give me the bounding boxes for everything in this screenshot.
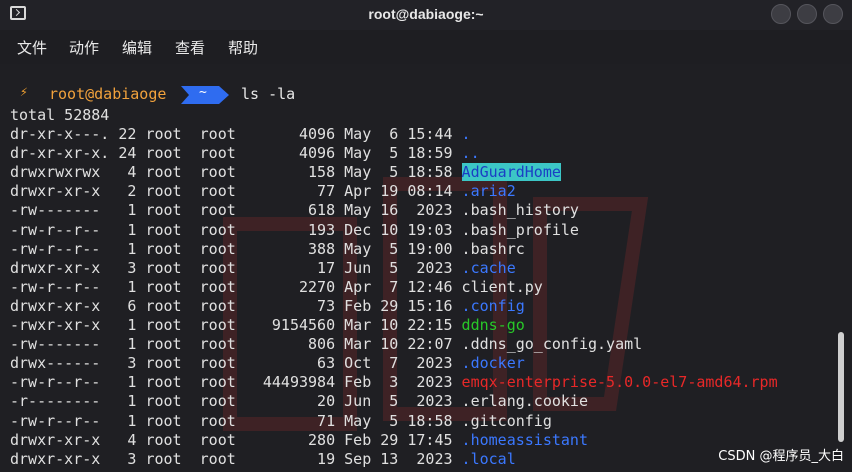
typed-command: ls -la: [241, 85, 296, 103]
ls-row: -rwxr-xr-x 1 root root 9154560 Mar 10 22…: [10, 316, 525, 335]
ls-row-filename: .docker: [461, 354, 525, 373]
shell-prompt: ⚡ root@dabiaoge ~ ls -la: [0, 84, 852, 106]
ls-row: drwx------ 3 root root 63 Oct 7 2023 .do…: [10, 354, 525, 373]
ls-row-meta: -rw-r--r-- 1 root root 193 Dec 10 19:03: [10, 220, 462, 239]
ls-row-filename: .bashrc: [461, 239, 525, 258]
bolt-icon: ⚡: [20, 85, 28, 100]
ls-row-filename: .local: [461, 449, 516, 468]
ls-row: dr-xr-x---. 22 root root 4096 May 6 15:4…: [10, 125, 471, 144]
prompt-directory: ~: [199, 85, 207, 100]
ls-row: drwxr-xr-x 4 root root 280 Feb 29 17:45 …: [10, 431, 588, 450]
ls-row-filename: client.py: [461, 277, 543, 296]
menu-file[interactable]: 文件: [17, 37, 47, 58]
ls-row: -rw-r--r-- 1 root root 44493984 Feb 3 20…: [10, 373, 778, 392]
ls-row-meta: dr-xr-xr-x. 24 root root 4096 May 5 18:5…: [10, 144, 462, 163]
ls-row-filename: .bash_profile: [461, 220, 579, 239]
menu-actions[interactable]: 动作: [69, 37, 99, 58]
ls-row-meta: -rw-r--r-- 1 root root 44493984 Feb 3 20…: [10, 373, 462, 392]
ls-row: drwxr-xr-x 3 root root 17 Jun 5 2023 .ca…: [10, 259, 516, 278]
ls-row: -rw-r--r-- 1 root root 2270 Apr 7 12:46 …: [10, 278, 543, 297]
ls-row-meta: drwxr-xr-x 3 root root 19 Sep 13 2023: [10, 449, 462, 468]
prompt-user-host: root@dabiaoge: [49, 85, 167, 103]
prompt-directory-segment: ~: [181, 85, 229, 104]
ls-row-filename: .homeassistant: [461, 430, 588, 449]
title-bar[interactable]: root@dabiaoge:~: [0, 0, 852, 30]
ls-row-meta: -rwxr-xr-x 1 root root 9154560 Mar 10 22…: [10, 316, 462, 334]
ls-row-filename: .cache: [461, 258, 516, 277]
terminal-output[interactable]: ⚡ root@dabiaoge ~ ls -la total 52884 dr-…: [0, 64, 852, 472]
ls-row-filename: .gitconfig: [461, 411, 552, 430]
ls-row: drwxr-xr-x 3 root root 19 Sep 13 2023 .l…: [10, 450, 516, 469]
ls-row: -r-------- 1 root root 20 Jun 5 2023 .er…: [10, 392, 588, 411]
ls-row-filename: emqx-enterprise-5.0.0-el7-amd64.rpm: [461, 373, 778, 392]
ls-row-filename: .: [461, 125, 471, 143]
ls-row-meta: drwxr-xr-x 2 root root 77 Apr 19 08:14: [10, 182, 462, 201]
ls-row-filename: ..: [461, 144, 480, 163]
ls-row-meta: drwxr-xr-x 3 root root 17 Jun 5 2023: [10, 258, 462, 277]
close-button[interactable]: [823, 4, 843, 24]
ls-row-meta: -rw------- 1 root root 806 Mar 10 22:07: [10, 335, 462, 354]
ls-row: -rw------- 1 root root 806 Mar 10 22:07 …: [10, 335, 642, 354]
ls-row-meta: -rw------- 1 root root 618 May 16 2023: [10, 201, 462, 220]
ls-row: -rw-r--r-- 1 root root 71 May 5 18:58 .g…: [10, 412, 552, 431]
maximize-button[interactable]: [797, 4, 817, 24]
menu-view[interactable]: 查看: [175, 37, 205, 58]
menu-help[interactable]: 帮助: [228, 37, 258, 58]
ls-row-filename: .aria2: [461, 182, 516, 201]
ls-row: -rw------- 1 root root 618 May 16 2023 .…: [10, 201, 579, 220]
window-title: root@dabiaoge:~: [368, 6, 484, 22]
ls-row-filename: .config: [461, 296, 525, 315]
ls-row-meta: drwx------ 3 root root 63 Oct 7 2023: [10, 354, 462, 373]
ls-row: drwxr-xr-x 2 root root 77 Apr 19 08:14 .…: [10, 182, 516, 201]
ls-row-meta: drwxrwxrwx 4 root root 158 May 5 18:58: [10, 163, 462, 182]
ls-row: drwxr-xr-x 6 root root 73 Feb 29 15:16 .…: [10, 297, 525, 316]
ls-row: -rw-r--r-- 1 root root 388 May 5 19:00 .…: [10, 240, 525, 259]
ls-row-filename: .erlang.cookie: [461, 392, 588, 411]
ls-row-filename: .ddns_go_config.yaml: [461, 335, 643, 354]
ls-row: -rw-r--r-- 1 root root 193 Dec 10 19:03 …: [10, 221, 579, 240]
ls-row-meta: dr-xr-x---. 22 root root 4096 May 6 15:4…: [10, 125, 462, 143]
ls-row-filename: .bash_history: [461, 201, 579, 220]
ls-row-filename: ddns-go: [461, 316, 525, 334]
ls-row: dr-xr-xr-x. 24 root root 4096 May 5 18:5…: [10, 144, 480, 163]
ls-row-meta: -rw-r--r-- 1 root root 71 May 5 18:58: [10, 411, 462, 430]
menu-bar: 文件 动作 编辑 查看 帮助: [0, 30, 852, 64]
csdn-watermark: CSDN @程序员_大白: [718, 449, 844, 464]
ls-row-meta: -rw-r--r-- 1 root root 2270 Apr 7 12:46: [10, 277, 462, 296]
minimize-button[interactable]: [771, 4, 791, 24]
ls-row-filename: AdGuardHome: [461, 163, 561, 182]
ls-row-meta: -r-------- 1 root root 20 Jun 5 2023: [10, 392, 462, 411]
total-line: total 52884: [10, 106, 110, 124]
ls-row-meta: drwxr-xr-x 6 root root 73 Feb 29 15:16: [10, 296, 462, 315]
ls-row: drwxrwxrwx 4 root root 158 May 5 18:58 A…: [10, 163, 561, 182]
ls-row-meta: drwxr-xr-x 4 root root 280 Feb 29 17:45: [10, 430, 462, 449]
ls-row-meta: -rw-r--r-- 1 root root 388 May 5 19:00: [10, 239, 462, 258]
menu-edit[interactable]: 编辑: [122, 37, 152, 58]
scrollbar-thumb[interactable]: [838, 332, 844, 442]
terminal-window: root@dabiaoge:~ 文件 动作 编辑 查看 帮助 ⚡ root@da…: [0, 0, 852, 472]
